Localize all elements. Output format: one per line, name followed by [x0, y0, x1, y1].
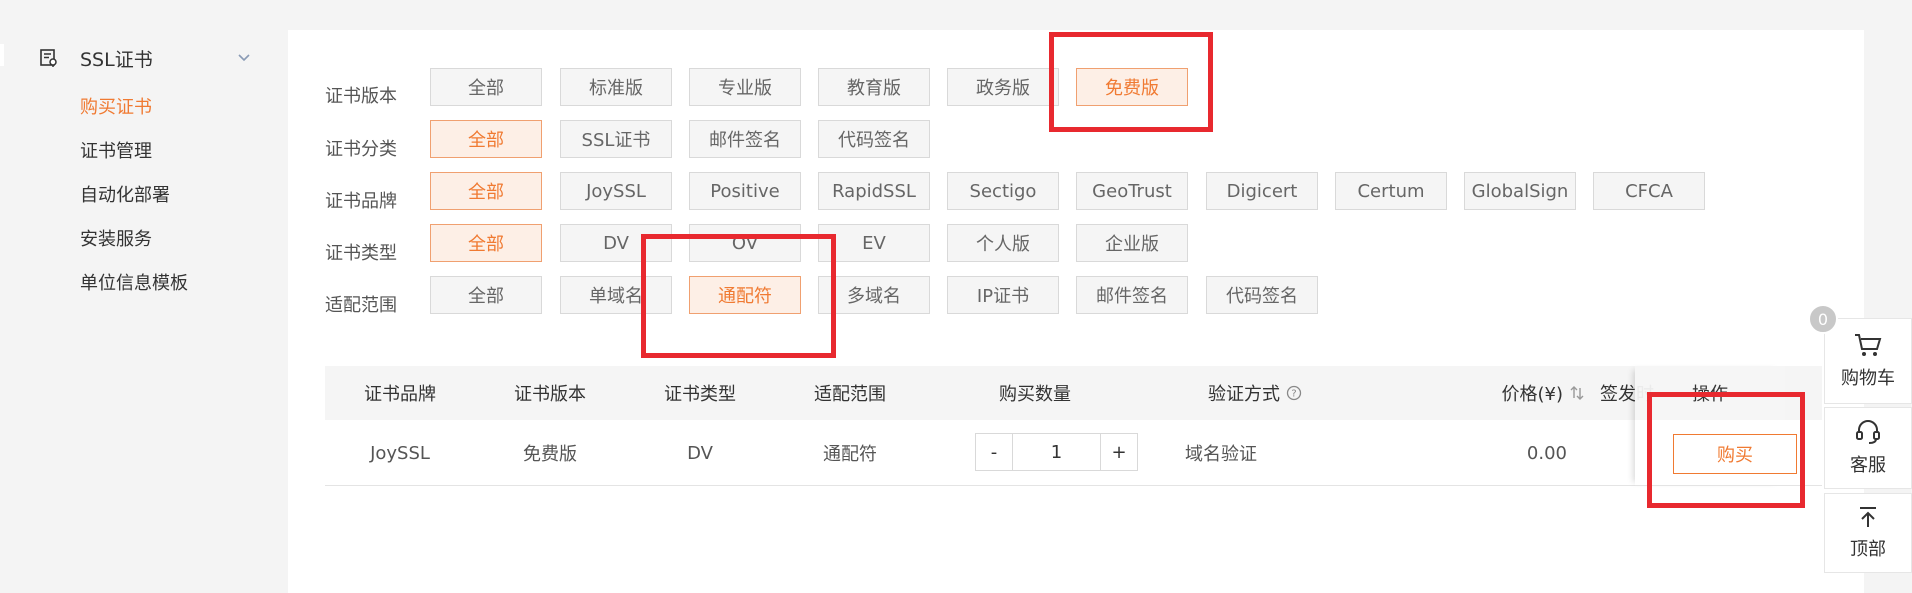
col-version: 证书版本 [514, 384, 586, 405]
customer-service-widget[interactable]: 客服 [1824, 407, 1912, 489]
filter-category-code-sign[interactable]: 代码签名 [818, 120, 930, 158]
sidebar-item-cert-manage[interactable]: 证书管理 [80, 137, 152, 163]
annotation-box-buy [1647, 392, 1805, 508]
filter-label-version: 证书版本 [325, 86, 397, 107]
sidebar-active-indicator [0, 44, 4, 66]
filter-label-category: 证书分类 [325, 139, 397, 160]
filter-version-all[interactable]: 全部 [430, 68, 542, 106]
cell-brand: JoySSL [370, 442, 430, 464]
filter-label-scope: 适配范围 [325, 295, 397, 316]
filter-brand-joyssl[interactable]: JoySSL [560, 172, 672, 210]
cart-widget[interactable]: 购物车 [1824, 318, 1912, 404]
headset-icon [1854, 419, 1882, 445]
arrow-up-icon [1856, 505, 1880, 529]
filter-brand-certum[interactable]: Certum [1335, 172, 1447, 210]
sidebar-section-title: SSL证书 [80, 48, 153, 71]
cell-price: 0.00 [1526, 442, 1567, 464]
certificate-icon [38, 47, 60, 69]
filter-brand-positive[interactable]: Positive [689, 172, 801, 210]
back-to-top-widget[interactable]: 顶部 [1824, 493, 1912, 573]
sidebar-section-ssl[interactable]: SSL证书 [38, 44, 256, 72]
filter-scope-email-sign[interactable]: 邮件签名 [1076, 276, 1188, 314]
filter-scope-code-sign[interactable]: 代码签名 [1206, 276, 1318, 314]
chevron-down-icon[interactable] [236, 50, 252, 66]
col-scope: 适配范围 [814, 384, 886, 405]
annotation-box-free-version [1049, 32, 1213, 132]
filter-type-personal[interactable]: 个人版 [947, 224, 1059, 262]
sidebar-item-install-service[interactable]: 安装服务 [80, 225, 152, 251]
cell-type: DV [687, 442, 713, 464]
filter-version-edu[interactable]: 教育版 [818, 68, 930, 106]
filter-category-email-sign[interactable]: 邮件签名 [689, 120, 801, 158]
filter-version-gov[interactable]: 政务版 [947, 68, 1059, 106]
product-table-header: 证书品牌 证书版本 证书类型 适配范围 购买数量 验证方式 ? 价格(¥) 签发… [325, 366, 1822, 420]
col-price-label: 价格(¥) [1501, 384, 1564, 405]
filter-brand-globalsign[interactable]: GlobalSign [1464, 172, 1576, 210]
filter-category-all[interactable]: 全部 [430, 120, 542, 158]
filter-scope-ip[interactable]: IP证书 [947, 276, 1059, 314]
filter-label-type: 证书类型 [325, 243, 397, 264]
sidebar-item-auto-deploy[interactable]: 自动化部署 [80, 181, 170, 207]
customer-service-label: 客服 [1850, 455, 1886, 476]
sidebar: SSL证书 购买证书 证书管理 自动化部署 安装服务 单位信息模板 [0, 0, 270, 593]
back-to-top-label: 顶部 [1850, 539, 1886, 560]
table-row: JoySSL 免费版 DV 通配符 - 1 + 域名验证 0.00 [325, 420, 1822, 486]
filter-type-all[interactable]: 全部 [430, 224, 542, 262]
sort-icon[interactable] [1569, 385, 1585, 401]
quantity-increase-button[interactable]: + [1101, 434, 1137, 470]
help-icon[interactable]: ? [1286, 385, 1302, 401]
filter-brand-digicert[interactable]: Digicert [1206, 172, 1318, 210]
cell-scope: 通配符 [823, 444, 877, 465]
filter-brand-geotrust[interactable]: GeoTrust [1076, 172, 1188, 210]
col-quantity: 购买数量 [999, 384, 1071, 405]
quantity-decrease-button[interactable]: - [976, 434, 1012, 470]
col-price[interactable]: 价格(¥) [1385, 366, 1585, 420]
filter-version-standard[interactable]: 标准版 [560, 68, 672, 106]
filter-version-pro[interactable]: 专业版 [689, 68, 801, 106]
cart-icon [1853, 332, 1883, 358]
filter-brand-rapidssl[interactable]: RapidSSL [818, 172, 930, 210]
filter-category-ssl[interactable]: SSL证书 [560, 120, 672, 158]
filter-brand-cfca[interactable]: CFCA [1593, 172, 1705, 210]
annotation-box-wildcard [641, 234, 836, 358]
cell-version: 免费版 [523, 444, 577, 465]
filter-brand-sectigo[interactable]: Sectigo [947, 172, 1059, 210]
col-verify: 验证方式 ? [1155, 366, 1355, 420]
filter-brand-all[interactable]: 全部 [430, 172, 542, 210]
cart-count-badge: 0 [1808, 304, 1838, 334]
svg-text:?: ? [1291, 389, 1296, 400]
col-brand: 证书品牌 [364, 384, 436, 405]
filter-scope-all[interactable]: 全部 [430, 276, 542, 314]
quantity-stepper: - 1 + [975, 433, 1138, 471]
cell-verify: 域名验证 [1185, 444, 1257, 465]
sidebar-item-org-template[interactable]: 单位信息模板 [80, 269, 188, 295]
sidebar-item-buy-cert[interactable]: 购买证书 [80, 93, 152, 119]
filter-type-enterprise[interactable]: 企业版 [1076, 224, 1188, 262]
cart-label: 购物车 [1841, 368, 1895, 389]
quantity-input[interactable]: 1 [1012, 434, 1101, 470]
col-verify-label: 验证方式 [1208, 384, 1280, 405]
col-type: 证书类型 [664, 384, 736, 405]
filter-label-brand: 证书品牌 [325, 191, 397, 212]
